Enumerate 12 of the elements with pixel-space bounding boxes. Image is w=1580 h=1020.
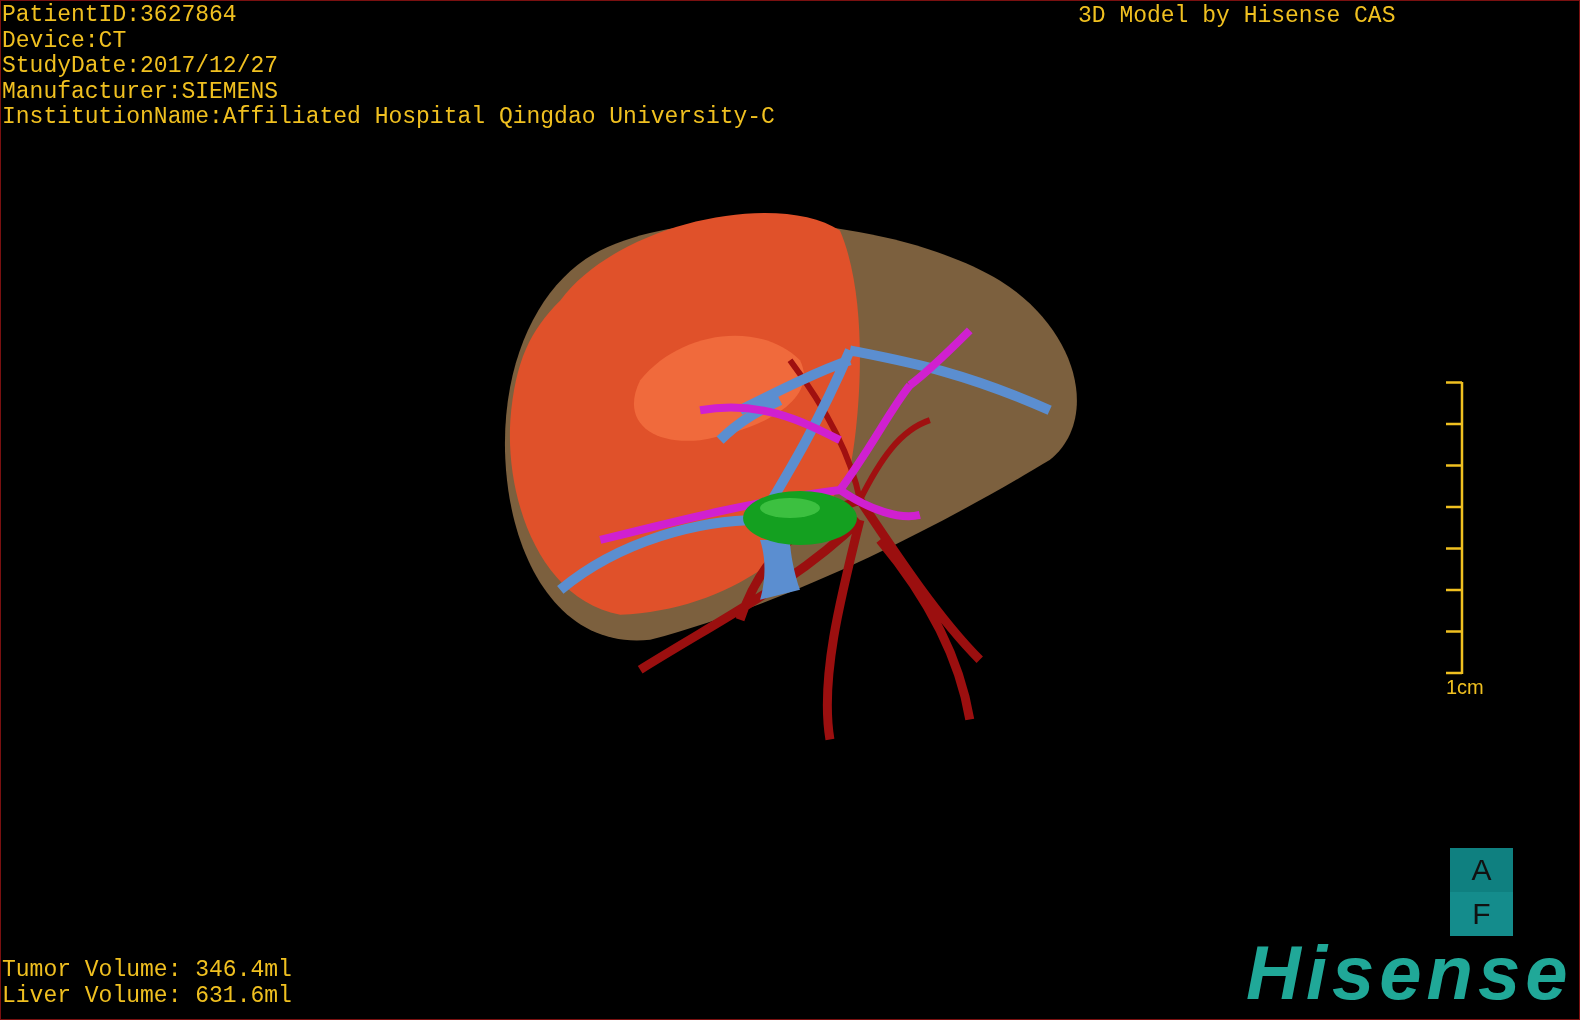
info-text: InstitutionName:Affiliated Hospital Qingdao University-C [2,105,775,131]
info-text: PatientID:3627864 [2,3,238,29]
info-text: StudyDate:2017/12/27 [2,54,280,80]
model-title: 3D Model by Hisense CAS [1078,4,1396,29]
orientation-marker: A [1450,848,1513,892]
logo: Hisense [1246,933,1573,1013]
scale-label: 1cm [1446,676,1484,698]
orientation-marker: F [1450,892,1513,936]
volume-text: Tumor Volume: 346.4ml [2,958,292,984]
info-text: Manufacturer:SIEMENS [2,79,280,105]
info-text: Device:CT [2,28,128,54]
volume-text: Liver Volume: 631.6ml [2,983,292,1009]
